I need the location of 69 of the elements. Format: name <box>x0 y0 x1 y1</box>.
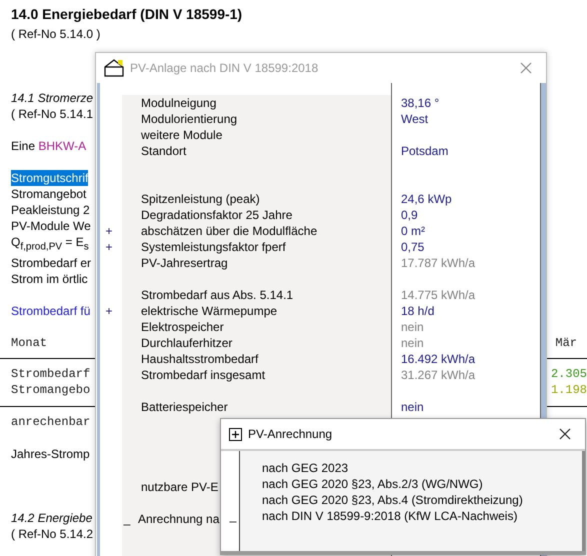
row-label: Stromangebo <box>11 382 90 398</box>
row-marker[interactable]: + <box>100 303 118 319</box>
field-value[interactable]: West <box>392 111 428 127</box>
field-label: Modulneigung <box>141 95 216 111</box>
row-label: Strombedarf <box>11 366 90 382</box>
field-value[interactable]: nein <box>392 399 424 415</box>
field-label: Strombedarf aus Abs. 5.14.1 <box>141 287 294 303</box>
field-label: nutzbare PV-E <box>141 479 218 495</box>
window-title: PV-Anlage nach DIN V 18599:2018 <box>130 61 320 75</box>
field-label: Batteriespeicher <box>141 399 228 415</box>
field-label: Durchlauferhitzer <box>141 335 232 351</box>
option-item[interactable]: nach GEG 2023 <box>262 460 348 476</box>
field-value[interactable]: 38,16 ° <box>392 95 440 111</box>
paragraph-text: Eine BHKW-A <box>11 138 86 154</box>
field-label: PV-Jahresertrag <box>141 255 228 271</box>
field-value: 17.787 kWh/a <box>400 255 476 271</box>
column-header: Monat <box>11 335 48 352</box>
house-icon <box>104 59 124 77</box>
subsection-heading: 14.2 Energiebe <box>11 510 92 526</box>
field-value: 31.267 kWh/a <box>400 367 476 383</box>
table-value: 2.305 <box>550 366 587 382</box>
field-label: Standort <box>141 143 186 159</box>
link-text[interactable]: Strombedarf fü <box>11 303 90 320</box>
section-heading: 14.0 Energiebedarf (DIN V 18599-1) <box>11 5 242 23</box>
reference-text: ( Ref-No 5.14.2 <box>11 526 94 542</box>
row-marker[interactable]: + <box>100 223 118 239</box>
option-item[interactable]: nach DIN V 18599-9:2018 (KfW LCA-Nachweis) <box>262 508 518 524</box>
field-label: Spitzenleistung (peak) <box>141 191 260 207</box>
subsection-heading: 14.1 Stromerze <box>11 90 94 106</box>
field-label: weitere Module <box>141 127 222 143</box>
text-line: Peakleistung 2 <box>11 202 90 218</box>
text-line: Stromangebot <box>11 186 86 202</box>
reference-text: ( Ref-No 5.14.1 <box>11 106 94 122</box>
field-value[interactable]: 0,75 <box>392 239 424 255</box>
text-line: Strom im örtlic <box>11 271 88 288</box>
plus-box-icon[interactable] <box>229 428 242 440</box>
field-value[interactable]: Potsdam <box>392 143 448 159</box>
row-marker[interactable]: _ <box>120 511 134 527</box>
field-label: Degradationsfaktor 25 Jahre <box>141 207 292 223</box>
field-label: elektrische Wärmepumpe <box>141 303 278 319</box>
row-marker[interactable]: + <box>100 239 118 255</box>
field-label: Haushaltsstrombedarf <box>141 351 258 367</box>
table-value: 1.198 <box>550 382 587 398</box>
field-value[interactable]: 24,6 kWp <box>392 191 452 207</box>
field-value[interactable]: 0,9 <box>392 207 418 223</box>
text-line: Strombedarf er <box>11 255 92 272</box>
option-item[interactable]: nach GEG 2020 §23, Abs.4 (Stromdirektheizung) <box>262 492 523 508</box>
field-value: 14.775 kWh/a <box>400 287 476 303</box>
paragraph-text: Jahres-Stromp <box>11 446 90 462</box>
column-header: Mär <box>555 335 577 352</box>
field-value: nein <box>400 319 424 335</box>
field-value: nein <box>400 335 424 351</box>
field-label: Elektrospeicher <box>141 319 224 335</box>
option-item[interactable]: nach GEG 2020 §23, Abs.2/3 (WG/NWG) <box>262 476 483 492</box>
row-label: anrechenbar <box>11 414 90 430</box>
text-line: Q$_{f,prod,PV}$ = E$_{s}$ <box>11 234 89 254</box>
field-label: Modulorientierung <box>141 111 238 127</box>
field-label: abschätzen über die Modulfläche <box>141 223 318 239</box>
field-value[interactable]: 18 h/d <box>392 303 434 319</box>
text-line: PV-Module We <box>11 218 91 234</box>
close-icon[interactable] <box>559 428 571 440</box>
field-label: Strombedarf insgesamt <box>141 367 266 383</box>
field-value[interactable]: 16.492 kWh/a <box>392 351 476 367</box>
field-value[interactable]: 0 m² <box>392 223 425 239</box>
reference-text: ( Ref-No 5.14.0 ) <box>11 26 100 42</box>
field-label: Systemleistungsfaktor fperf <box>141 239 286 255</box>
field-label: Anrechnung na <box>138 511 220 527</box>
row-marker: _ <box>228 508 238 524</box>
window-title: PV-Anrechnung <box>248 427 334 441</box>
